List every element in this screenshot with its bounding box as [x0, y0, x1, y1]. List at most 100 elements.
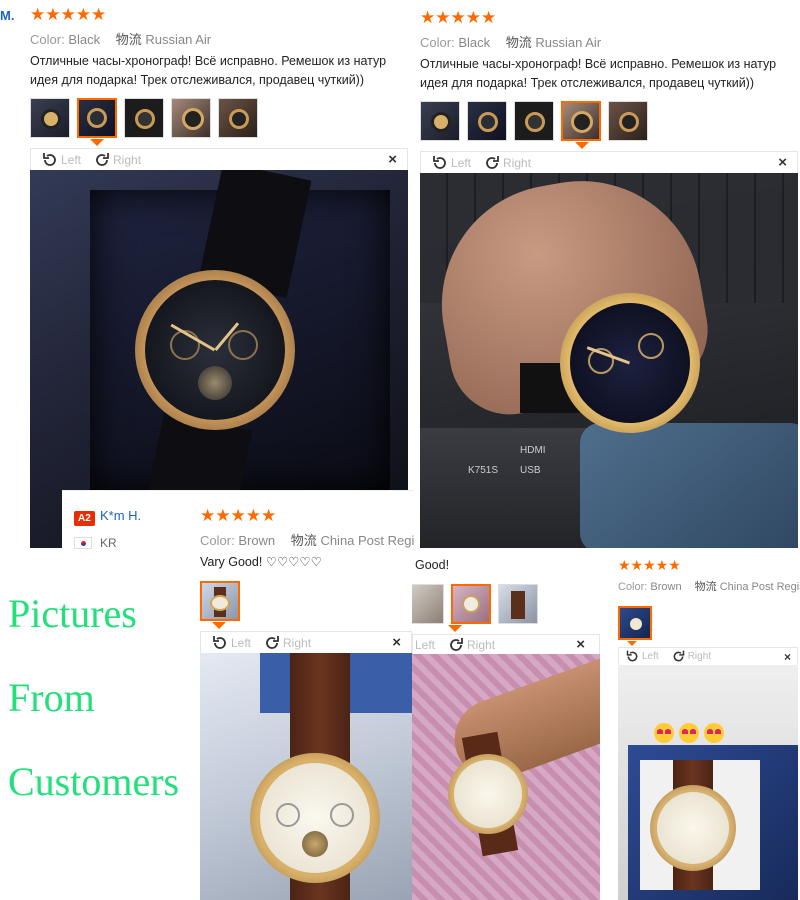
rotate-right-label: Right [467, 637, 496, 652]
caption-customers: Customers [8, 759, 180, 804]
thumbnail[interactable] [608, 101, 648, 141]
watch-subdial [228, 330, 258, 360]
review-card-2: ★★★★★ Color: Black 物流 Russian Air Отличн… [412, 0, 800, 548]
rotate-left-button[interactable]: Left [625, 649, 659, 664]
heart-eyes-emoji-icon [654, 723, 674, 743]
color-value: Brown [650, 581, 682, 593]
thumbnail-selected[interactable] [77, 98, 117, 138]
watch-tourbillon [198, 366, 232, 400]
rotate-left-label: Left [231, 635, 252, 650]
rotate-left-icon [626, 650, 638, 662]
image-viewer-toolbar: Left Right × [412, 634, 600, 654]
reviewer-name[interactable]: K*m H. [100, 508, 141, 523]
image-viewer-toolbar: Left Right × [30, 148, 408, 170]
watch-subdial [330, 803, 354, 827]
watch-tourbillon [302, 831, 328, 857]
review-meta: Color: Black 物流 Russian Air [30, 29, 211, 48]
sunglasses-emoji-icon [704, 723, 724, 743]
watch-subdial [276, 803, 300, 827]
color-value: Black [458, 35, 491, 50]
rotate-right-icon [96, 152, 109, 166]
shipping-value: Russian Air [145, 32, 212, 47]
selected-thumb-pointer [90, 139, 104, 146]
color-label: Color: [200, 533, 235, 548]
rotate-right-button[interactable]: Right [93, 151, 141, 169]
thumbnail-selected[interactable] [451, 584, 491, 624]
review-meta: Color: Black 物流 Russian Air [420, 32, 601, 51]
selected-thumb-pointer [448, 625, 462, 632]
watch-strap [290, 653, 350, 763]
star-rating: ★★★★★ [420, 8, 497, 27]
rotate-left-button[interactable]: Left [41, 151, 81, 169]
watch-dial [657, 792, 729, 864]
thumbnail-selected[interactable] [618, 606, 652, 640]
image-viewer-toolbar: Left Right × [618, 647, 798, 665]
reviewer-name-fragment[interactable]: M. [0, 8, 14, 23]
selected-thumb-pointer [212, 622, 226, 629]
laptop-port-label: HDMI [520, 445, 546, 456]
close-viewer-button[interactable]: × [784, 650, 791, 664]
thumbnail-strip [30, 98, 265, 138]
shipping-value: China Post Regis [719, 581, 800, 593]
rotate-right-label: Right [283, 635, 312, 650]
rotate-right-icon [673, 650, 684, 662]
thumbnail[interactable] [420, 101, 460, 141]
emoji-row [654, 723, 729, 743]
laptop-usb-label: USB [520, 465, 541, 476]
color-value: Black [68, 32, 101, 47]
review-photo [412, 654, 600, 900]
watch-subdial [638, 333, 664, 359]
thumbnail[interactable] [124, 98, 164, 138]
thumbnail[interactable] [514, 101, 554, 141]
reviewer-level-badge: A2 [74, 511, 95, 526]
star-rating: ★★★★★ [618, 557, 681, 573]
rotate-right-button[interactable]: Right [671, 649, 711, 664]
color-label: Color: [618, 581, 648, 593]
rotate-left-button[interactable]: Left [415, 638, 435, 652]
thumbnail[interactable] [218, 98, 258, 138]
shipping-label: 物流 [694, 581, 717, 593]
shipping-label: 物流 [290, 533, 317, 548]
review-photo: K751S HDMI USB [420, 173, 798, 548]
watch-dial [454, 760, 522, 828]
rotate-left-label: Left [451, 155, 472, 170]
review-text: Отличные часы-хронограф! Всё исправно. Р… [420, 55, 776, 93]
rotate-right-button[interactable]: Right [483, 154, 531, 172]
review-text-line-2: идея для подарка! Трек отслеживался, про… [30, 72, 365, 87]
rotate-left-label: Left [415, 637, 436, 652]
rotate-left-icon [213, 635, 226, 649]
close-viewer-button[interactable]: × [778, 154, 787, 171]
thumbnail-strip [200, 581, 247, 621]
rotate-left-icon [43, 152, 56, 166]
color-value: Brown [238, 533, 276, 548]
image-viewer-toolbar: Left Right × [420, 151, 798, 173]
review-text: Отличные часы-хронограф! Всё исправно. Р… [30, 52, 386, 90]
thumbnail[interactable] [171, 98, 211, 138]
close-viewer-button[interactable]: × [576, 636, 585, 653]
review-text-line-1: Отличные часы-хронограф! Всё исправно. Р… [420, 57, 777, 71]
thumbnail-selected[interactable] [200, 581, 240, 621]
rotate-right-label: Right [113, 152, 142, 167]
close-viewer-button[interactable]: × [392, 634, 401, 651]
review-text-line-2: идея для подарка! Трек отслеживался, про… [420, 75, 755, 90]
thumbnail[interactable] [498, 584, 538, 624]
rotate-right-icon [486, 155, 499, 169]
star-rating: ★★★★★ [30, 5, 107, 24]
heart-eyes-emoji-icon [679, 723, 699, 743]
rotate-right-button[interactable]: Right [447, 636, 495, 654]
rotate-left-button[interactable]: Left [431, 154, 471, 172]
rotate-right-label: Right [503, 155, 532, 170]
shipping-value: China Post Regi [320, 533, 414, 548]
thumbnail[interactable] [412, 584, 444, 624]
thumbnail[interactable] [467, 101, 507, 141]
shipping-value: Russian Air [535, 35, 602, 50]
rotate-right-button[interactable]: Right [263, 634, 311, 652]
rotate-right-icon [450, 637, 463, 651]
thumbnail-strip [618, 606, 659, 640]
close-viewer-button[interactable]: × [388, 151, 397, 168]
sleeve [580, 423, 798, 548]
thumbnail-strip [412, 584, 545, 624]
thumbnail[interactable] [30, 98, 70, 138]
rotate-left-button[interactable]: Left [211, 634, 251, 652]
thumbnail-selected[interactable] [561, 101, 601, 141]
